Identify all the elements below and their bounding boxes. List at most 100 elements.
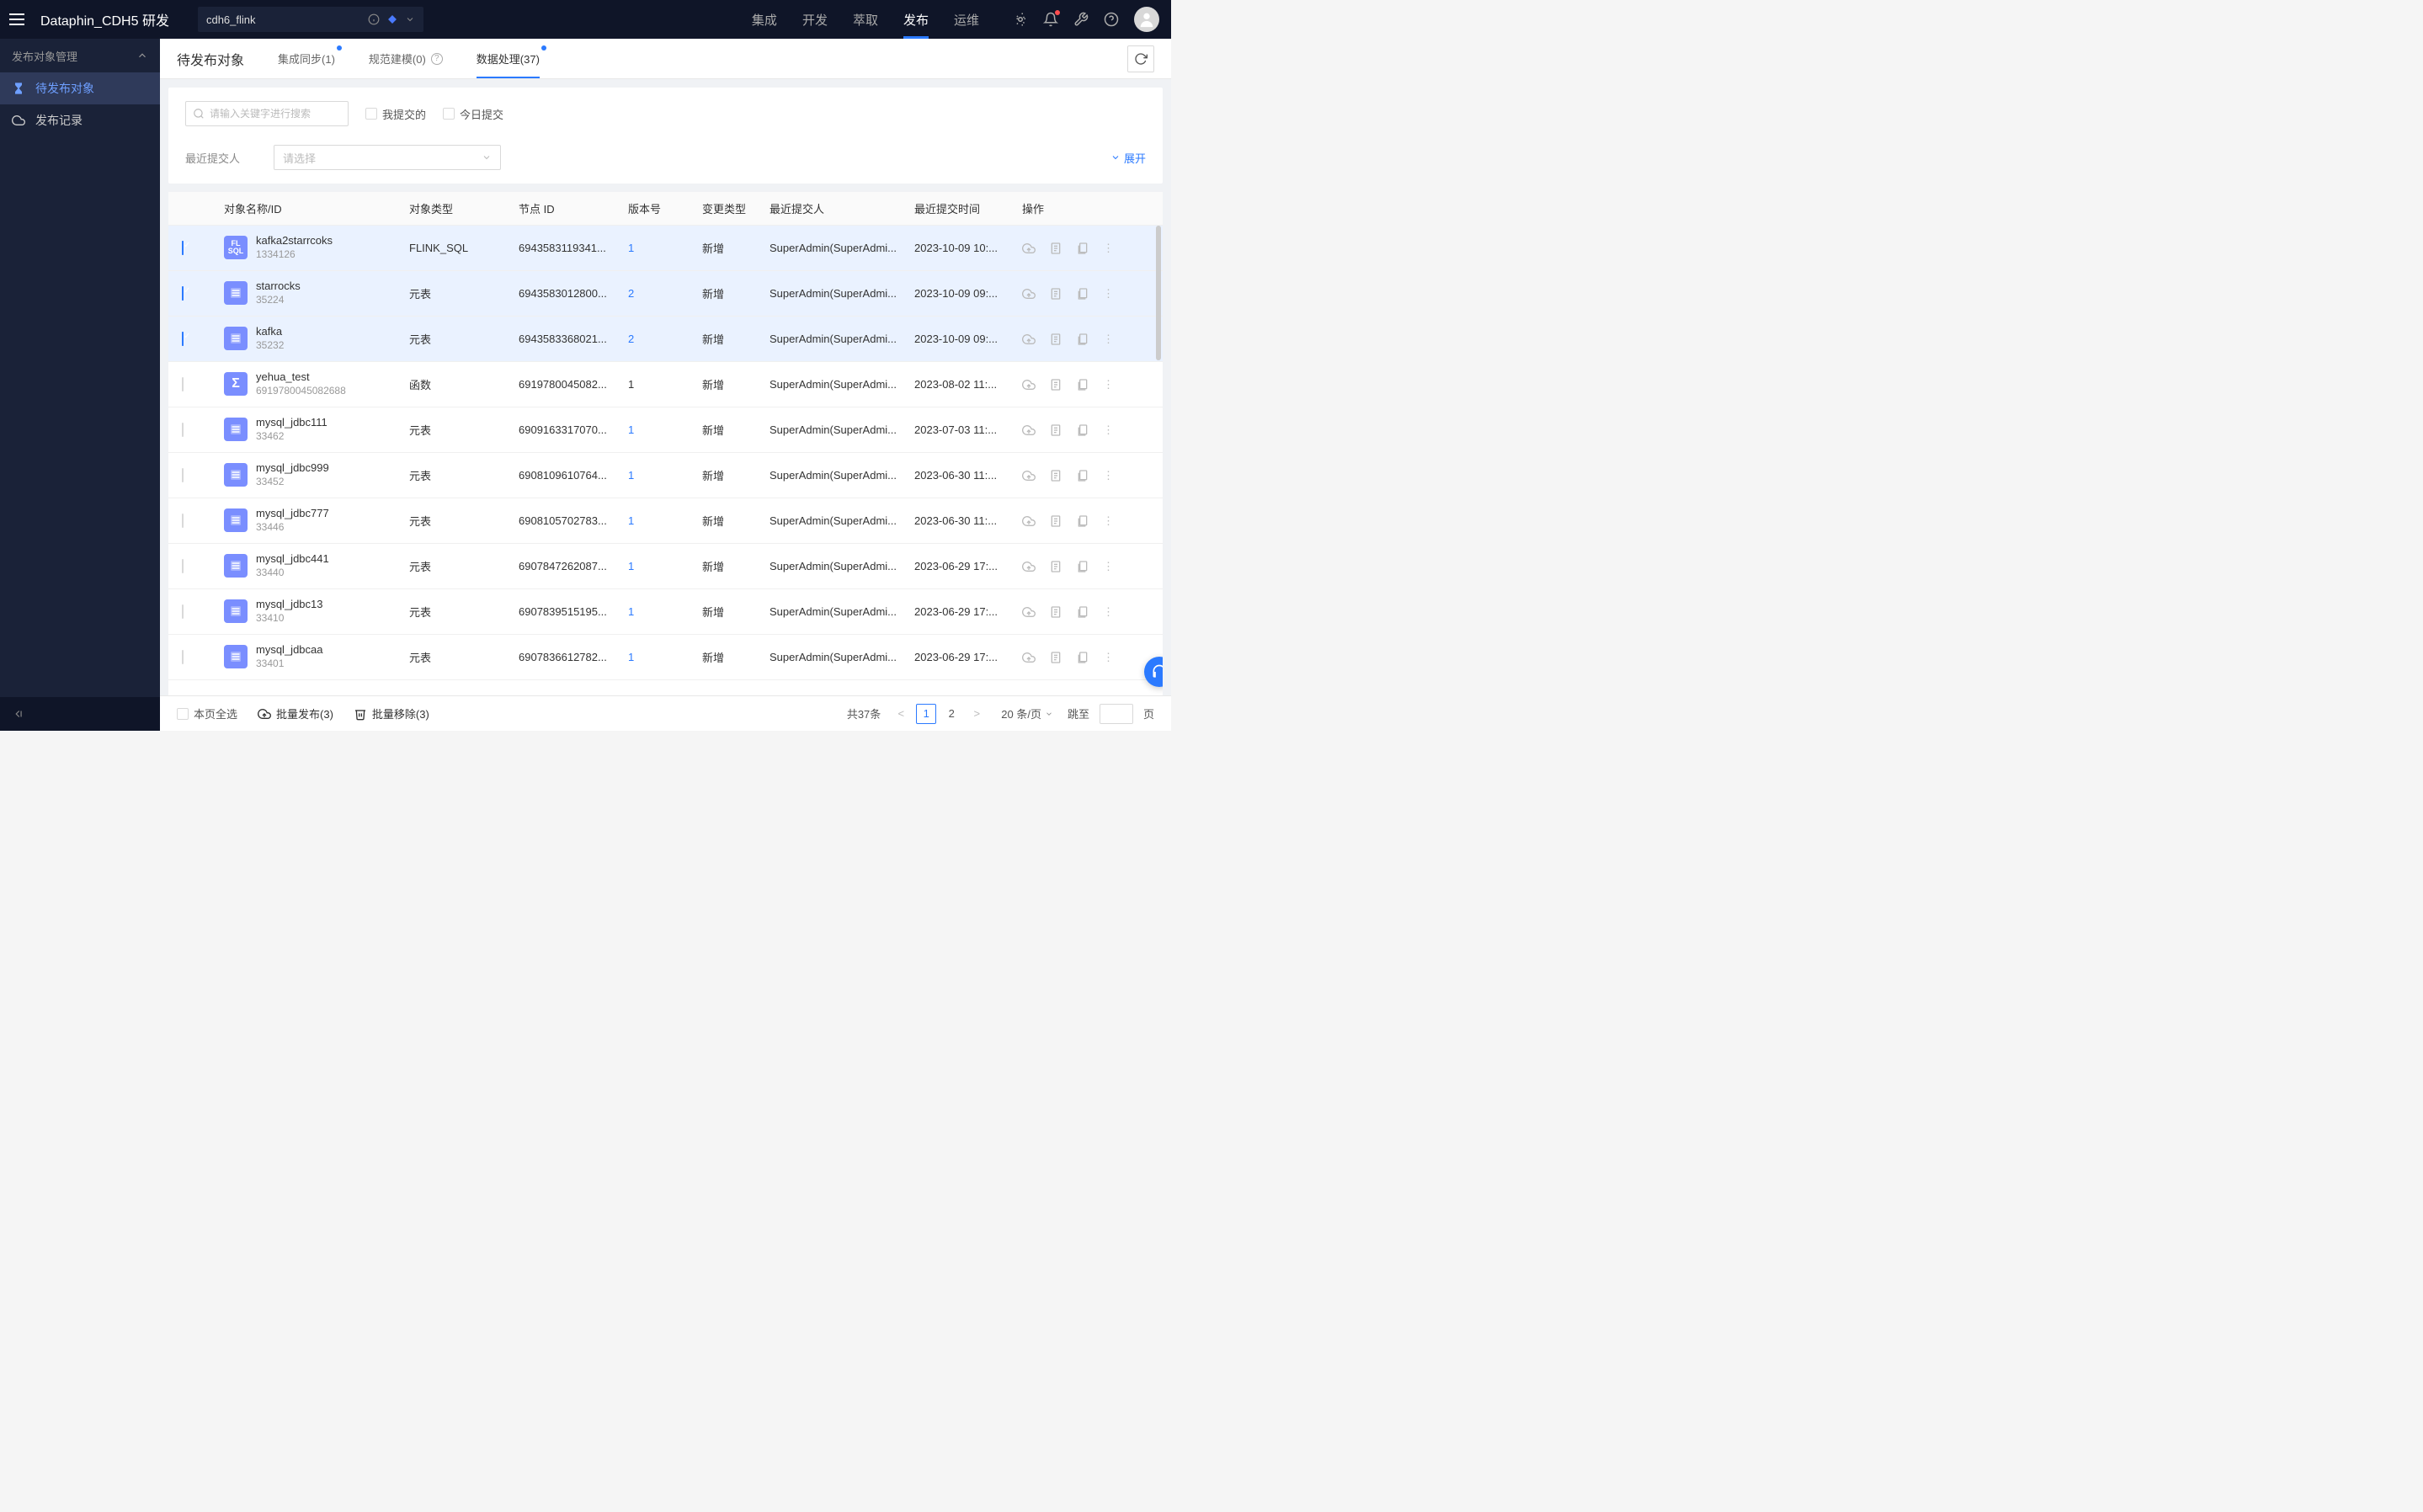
sidebar-item-records[interactable]: 发布记录 — [0, 104, 160, 136]
filter-mine[interactable]: 我提交的 — [365, 106, 426, 122]
collapse-icon[interactable] — [12, 708, 24, 720]
version[interactable]: 1 — [628, 514, 634, 527]
filter-today[interactable]: 今日提交 — [443, 106, 503, 122]
checkbox[interactable] — [365, 108, 377, 120]
batch-remove-button[interactable]: 批量移除(3) — [354, 705, 429, 721]
info-icon[interactable] — [368, 13, 380, 25]
row-checkbox[interactable] — [182, 514, 184, 528]
more-icon[interactable]: ⋮ — [1103, 287, 1113, 301]
table-row[interactable]: starrocks 35224 元表 6943583012800... 2 新增… — [168, 271, 1163, 317]
jump-input[interactable] — [1100, 704, 1133, 724]
table-row[interactable]: mysql_jdbcaa 33401 元表 6907836612782... 1… — [168, 635, 1163, 680]
search-input[interactable] — [185, 101, 349, 126]
nav-publish[interactable]: 发布 — [903, 0, 929, 39]
table-row[interactable]: mysql_jdbc999 33452 元表 6908109610764... … — [168, 453, 1163, 498]
publish-icon[interactable] — [1022, 605, 1036, 619]
copy-icon[interactable] — [1076, 605, 1089, 619]
row-checkbox[interactable] — [182, 604, 184, 619]
publish-icon[interactable] — [1022, 514, 1036, 528]
tab-sync[interactable]: 集成同步(1) — [278, 39, 335, 78]
submitter-select[interactable]: 请选择 — [274, 145, 501, 170]
more-icon[interactable]: ⋮ — [1103, 605, 1113, 619]
more-icon[interactable]: ⋮ — [1103, 242, 1113, 255]
copy-icon[interactable] — [1076, 469, 1089, 482]
expand-filters[interactable]: 展开 — [1110, 150, 1146, 166]
select-all-page[interactable]: 本页全选 — [177, 705, 237, 721]
version[interactable]: 2 — [628, 287, 634, 300]
publish-icon[interactable] — [1022, 423, 1036, 437]
nav-ops[interactable]: 运维 — [954, 0, 979, 39]
detail-icon[interactable] — [1049, 651, 1062, 664]
table-row[interactable]: mysql_jdbc441 33440 元表 6907847262087... … — [168, 544, 1163, 589]
batch-publish-button[interactable]: 批量发布(3) — [258, 705, 333, 721]
chevron-down-icon[interactable] — [405, 14, 415, 24]
wand-icon[interactable] — [1013, 12, 1028, 27]
tool-icon[interactable] — [1073, 12, 1089, 27]
copy-icon[interactable] — [1076, 242, 1089, 255]
publish-icon[interactable] — [1022, 242, 1036, 255]
version[interactable]: 1 — [628, 560, 634, 572]
diamond-icon[interactable] — [386, 13, 398, 25]
row-checkbox[interactable] — [182, 377, 184, 391]
tab-process[interactable]: 数据处理(37) — [477, 39, 540, 78]
project-selector[interactable]: cdh6_flink — [198, 7, 423, 32]
detail-icon[interactable] — [1049, 242, 1062, 255]
page-size-select[interactable]: 20 条/页 — [997, 704, 1057, 724]
publish-icon[interactable] — [1022, 378, 1036, 391]
copy-icon[interactable] — [1076, 651, 1089, 664]
more-icon[interactable]: ⋮ — [1103, 514, 1113, 528]
row-checkbox[interactable] — [182, 332, 184, 346]
page-1[interactable]: 1 — [916, 704, 936, 724]
row-checkbox[interactable] — [182, 423, 184, 437]
detail-icon[interactable] — [1049, 423, 1062, 437]
tab-model[interactable]: 规范建模(0) ? — [369, 39, 443, 78]
version[interactable]: 1 — [628, 469, 634, 482]
fab-button[interactable] — [1144, 657, 1163, 687]
version[interactable]: 2 — [628, 333, 634, 345]
more-icon[interactable]: ⋮ — [1103, 469, 1113, 482]
publish-icon[interactable] — [1022, 287, 1036, 301]
checkbox[interactable] — [443, 108, 455, 120]
table-row[interactable]: mysql_jdbc111 33462 元表 6909163317070... … — [168, 407, 1163, 453]
detail-icon[interactable] — [1049, 287, 1062, 301]
table-row[interactable]: mysql_jdbc777 33446 元表 6908105702783... … — [168, 498, 1163, 544]
version[interactable]: 1 — [628, 651, 634, 663]
copy-icon[interactable] — [1076, 514, 1089, 528]
detail-icon[interactable] — [1049, 514, 1062, 528]
row-checkbox[interactable] — [182, 650, 184, 664]
copy-icon[interactable] — [1076, 287, 1089, 301]
nav-integrate[interactable]: 集成 — [752, 0, 777, 39]
row-checkbox[interactable] — [182, 559, 184, 573]
refresh-button[interactable] — [1127, 45, 1154, 72]
row-checkbox[interactable] — [182, 468, 184, 482]
next-page[interactable]: > — [967, 704, 987, 724]
notification-icon[interactable] — [1043, 12, 1058, 27]
search-field[interactable] — [210, 108, 341, 120]
copy-icon[interactable] — [1076, 378, 1089, 391]
prev-page[interactable]: < — [891, 704, 911, 724]
detail-icon[interactable] — [1049, 378, 1062, 391]
publish-icon[interactable] — [1022, 469, 1036, 482]
copy-icon[interactable] — [1076, 423, 1089, 437]
version[interactable]: 1 — [628, 242, 634, 254]
detail-icon[interactable] — [1049, 333, 1062, 346]
publish-icon[interactable] — [1022, 651, 1036, 664]
detail-icon[interactable] — [1049, 605, 1062, 619]
checkbox[interactable] — [177, 708, 189, 720]
row-checkbox[interactable] — [182, 286, 184, 301]
help-icon[interactable]: ? — [431, 53, 443, 65]
more-icon[interactable]: ⋮ — [1103, 423, 1113, 437]
table-row[interactable]: mysql_jdbc13 33410 元表 6907839515195... 1… — [168, 589, 1163, 635]
more-icon[interactable]: ⋮ — [1103, 560, 1113, 573]
more-icon[interactable]: ⋮ — [1103, 333, 1113, 346]
sidebar-header[interactable]: 发布对象管理 — [0, 39, 160, 72]
copy-icon[interactable] — [1076, 333, 1089, 346]
help-icon[interactable] — [1104, 12, 1119, 27]
table-row[interactable]: FLSQL kafka2starrcoks 1334126 FLINK_SQL … — [168, 226, 1163, 271]
row-checkbox[interactable] — [182, 241, 184, 255]
table-row[interactable]: Σ yehua_test 6919780045082688 函数 6919780… — [168, 362, 1163, 407]
copy-icon[interactable] — [1076, 560, 1089, 573]
detail-icon[interactable] — [1049, 469, 1062, 482]
sidebar-item-pending[interactable]: 待发布对象 — [0, 72, 160, 104]
publish-icon[interactable] — [1022, 333, 1036, 346]
